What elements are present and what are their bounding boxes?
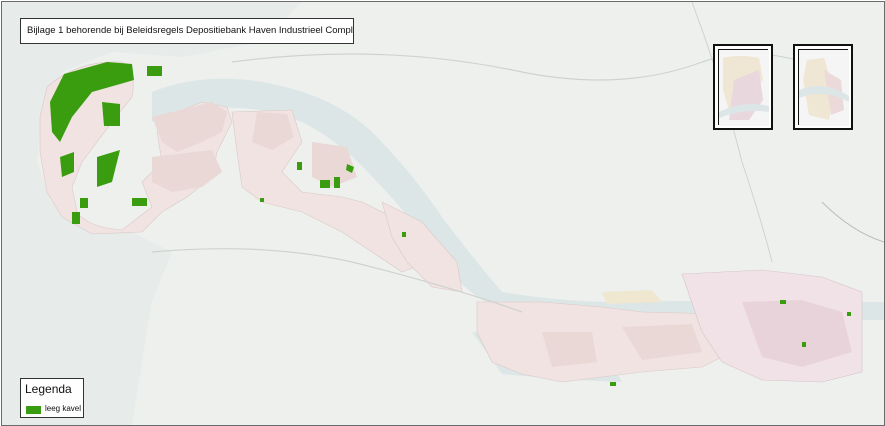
empty-plot [132,198,147,206]
empty-plot [802,342,806,347]
empty-plot [297,162,302,170]
empty-plot [260,198,264,202]
legend-swatch-empty-plot [26,406,41,414]
inset-map-frame [798,49,849,126]
legend-title: Legenda [25,382,72,396]
empty-plot [320,180,330,188]
inset-map-west[interactable] [713,44,773,130]
empty-plot [80,198,88,208]
inset-map-east-canvas [799,50,849,126]
map-frame: Bijlage 1 behorende bij Beleidsregels De… [1,1,885,426]
map-title: Bijlage 1 behorende bij Beleidsregels De… [20,18,354,44]
inset-map-west-canvas [719,50,769,126]
empty-plot [402,232,406,237]
inset-map-frame [718,49,769,126]
empty-plot [780,300,786,304]
empty-plot [610,382,616,386]
empty-plot [72,212,80,224]
empty-plot [334,177,340,188]
legend: Legenda leeg kavel [20,378,84,418]
inset-map-east[interactable] [793,44,853,130]
empty-plot [847,312,851,316]
empty-plot [102,102,120,126]
legend-label-empty-plot: leeg kavel [45,404,82,413]
empty-plot [147,66,162,76]
mixed-use-block [602,290,662,304]
